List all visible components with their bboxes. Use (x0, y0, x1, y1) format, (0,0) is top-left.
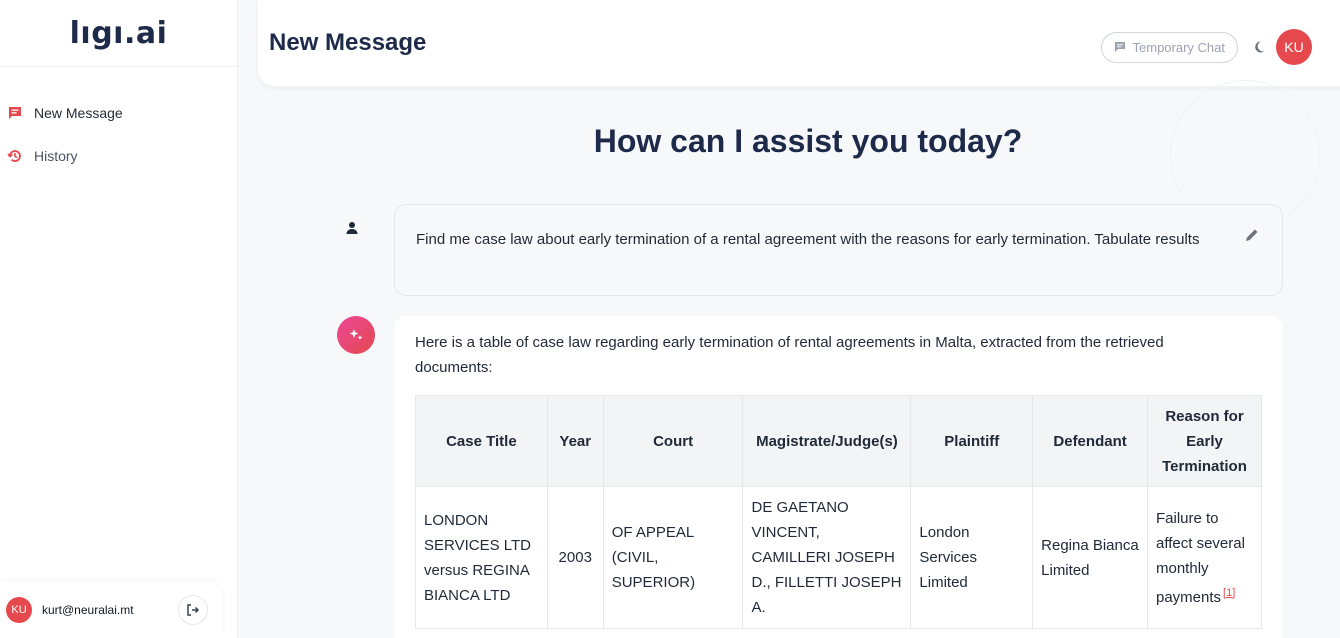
sidebar-item-new-message[interactable]: New Message (0, 91, 237, 134)
logout-icon (186, 603, 200, 617)
avatar[interactable]: KU (6, 597, 32, 623)
moon-icon (1252, 40, 1266, 54)
logo[interactable]: lıgı.ai (0, 0, 237, 67)
user-icon (344, 220, 360, 236)
dark-mode-toggle[interactable] (1252, 40, 1266, 54)
assistant-intro-text: Here is a table of case law regarding ea… (415, 334, 1164, 376)
cell-reason: Failure to affect several monthly paymen… (1147, 486, 1262, 629)
cell-year: 2003 (546, 486, 604, 629)
cell-plaintiff: London Services Limited (910, 486, 1034, 629)
avatar[interactable]: KU (1276, 29, 1312, 65)
column-header: Case Title (415, 395, 548, 487)
chat-icon (6, 104, 24, 122)
column-header: Year (546, 395, 604, 487)
sidebar-item-history[interactable]: History (0, 134, 237, 177)
user-email: kurt@neuralai.mt (42, 603, 134, 617)
assistant-avatar (337, 316, 375, 354)
column-header: Plaintiff (910, 395, 1034, 487)
page-title: New Message (269, 29, 427, 56)
logout-button[interactable] (178, 595, 208, 625)
table-row: LONDON SERVICES LTD versus REGINA BIANCA… (415, 486, 1262, 629)
sidebar-item-label: History (34, 147, 78, 164)
top-header: New Message Temporary Chat KU (258, 0, 1340, 86)
header-actions: Temporary Chat KU (1100, 29, 1312, 65)
user-message-text: Find me case law about early termination… (416, 231, 1200, 248)
sidebar-item-label: New Message (34, 104, 123, 121)
temporary-chat-button[interactable]: Temporary Chat (1100, 31, 1238, 63)
logo-text: lıgı.ai (69, 15, 168, 51)
assistant-message: Here is a table of case law regarding ea… (394, 316, 1283, 638)
user-message-bubble: Find me case law about early termination… (394, 204, 1283, 296)
chat-bubble-icon (1114, 41, 1126, 53)
cell-judges: DE GAETANO VINCENT, CAMILLERI JOSEPH D.,… (742, 486, 912, 629)
greeting-heading: How can I assist you today? (593, 123, 1023, 159)
sidebar: lıgı.ai New Message History KU kurt@neur… (0, 0, 238, 638)
sparkle-icon (347, 326, 365, 344)
history-icon (6, 147, 24, 165)
column-header: Defendant (1032, 395, 1148, 487)
edit-icon[interactable] (1244, 227, 1260, 243)
column-header: Court (602, 395, 744, 487)
case-law-table: Case Title Year Court Magistrate/Judge(s… (415, 395, 1262, 629)
column-header: Reason for Early Termination (1147, 395, 1262, 487)
citation-link[interactable]: [1] (1223, 587, 1235, 599)
table-header-row: Case Title Year Court Magistrate/Judge(s… (415, 395, 1262, 487)
sidebar-nav: New Message History (0, 67, 237, 177)
column-header: Magistrate/Judge(s) (742, 395, 912, 487)
temporary-chat-label: Temporary Chat (1132, 39, 1225, 55)
cell-defendant: Regina Bianca Limited (1032, 486, 1148, 629)
cell-court: OF APPEAL (CIVIL, SUPERIOR) (602, 486, 744, 629)
user-profile-bar: KU kurt@neuralai.mt (0, 582, 222, 638)
cell-case-title: LONDON SERVICES LTD versus REGINA BIANCA… (415, 486, 548, 629)
